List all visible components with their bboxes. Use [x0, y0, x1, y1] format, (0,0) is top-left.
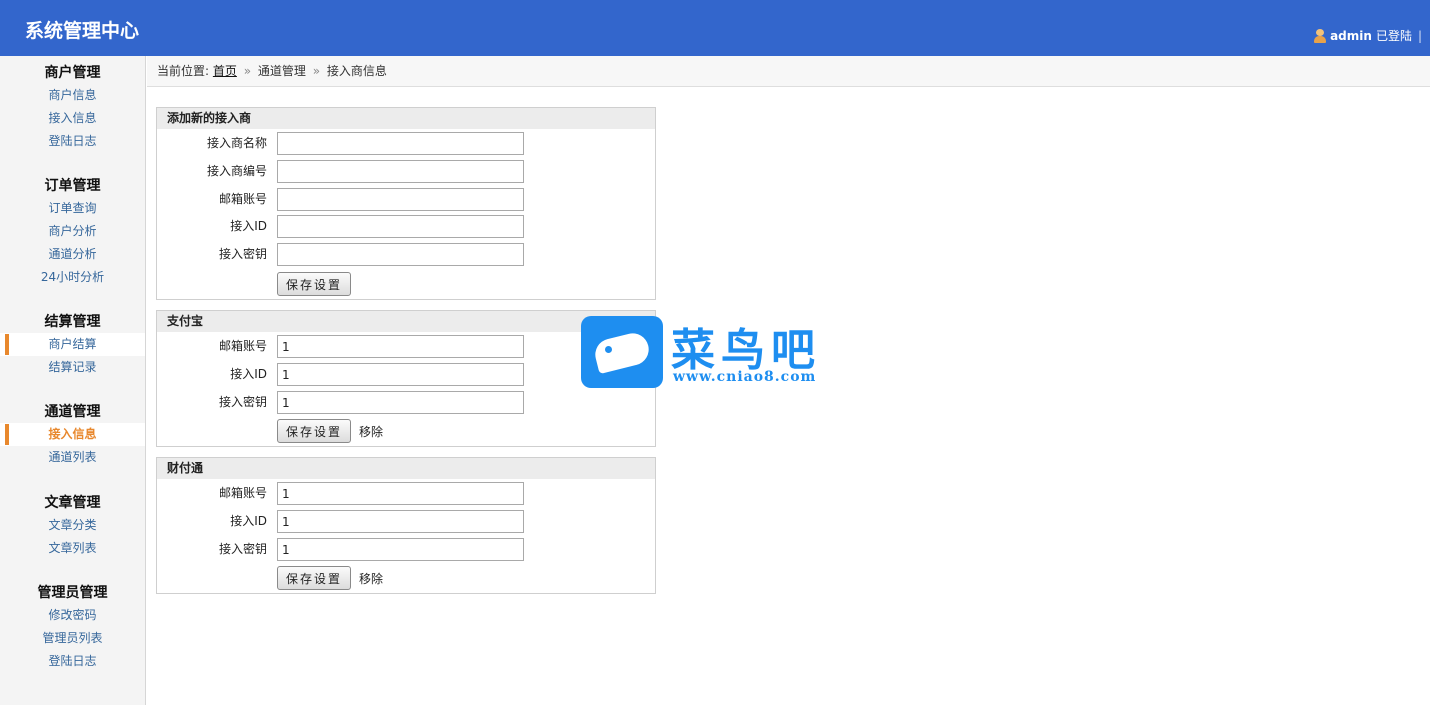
form-row: 接入密钥 [157, 243, 655, 267]
sidebar-item-channel-analysis[interactable]: 通道分析 [0, 243, 145, 266]
sidebar-item-admin-login-log[interactable]: 登陆日志 [0, 650, 145, 673]
sidebar-group-title: 文章管理 [44, 495, 101, 511]
access-id-input[interactable] [277, 215, 524, 238]
sidebar-item-channel-access-info[interactable]: 接入信息 [0, 423, 145, 446]
user-info: admin 已登陆 | [1314, 27, 1422, 44]
breadcrumb-level1: 通道管理 [257, 64, 306, 78]
sidebar-item-24h-analysis[interactable]: 24小时分析 [0, 266, 145, 289]
access-id-input[interactable] [277, 510, 524, 533]
sidebar-item-article-category[interactable]: 文章分类 [0, 514, 145, 537]
field-label: 接入商名称 [206, 136, 267, 150]
sidebar-item-settlement-records[interactable]: 结算记录 [0, 356, 145, 379]
form-row: 邮箱账号 [157, 188, 655, 212]
field-label: 接入商编号 [206, 164, 267, 178]
panel-title: 财付通 [157, 458, 655, 479]
access-key-input[interactable] [277, 538, 524, 561]
sidebar-group-merchant: 商户管理 商户信息 接入信息 登陆日志 [0, 62, 145, 153]
field-label: 邮箱账号 [218, 486, 267, 500]
button-row: 保存设置 [277, 272, 352, 296]
save-button[interactable]: 保存设置 [277, 419, 352, 443]
save-button[interactable]: 保存设置 [277, 566, 352, 590]
panel-tenpay: 财付通 邮箱账号 接入ID 接入密钥 保存设置 移除 [156, 457, 656, 594]
sidebar-item-channel-list[interactable]: 通道列表 [0, 446, 145, 469]
sidebar-group-admins: 管理员管理 修改密码 管理员列表 登陆日志 [0, 582, 145, 673]
button-row: 保存设置 移除 [277, 419, 383, 443]
sidebar-item-access-info[interactable]: 接入信息 [0, 107, 145, 130]
sidebar-item-admin-list[interactable]: 管理员列表 [0, 627, 145, 650]
breadcrumb-prefix: 当前位置: [157, 64, 210, 78]
field-label: 接入ID [230, 219, 267, 233]
breadcrumb: 当前位置: 首页 » 通道管理 » 接入商信息 [147, 56, 1430, 87]
form-row: 接入商名称 [157, 132, 655, 156]
button-row: 保存设置 移除 [277, 566, 383, 590]
sidebar-item-login-log[interactable]: 登陆日志 [0, 130, 145, 153]
username[interactable]: admin [1330, 29, 1372, 43]
access-id-input[interactable] [277, 363, 524, 386]
field-label: 接入ID [230, 367, 267, 381]
sidebar-group-channel: 通道管理 接入信息 通道列表 [0, 401, 145, 469]
app-title: 系统管理中心 [25, 20, 140, 42]
sidebar-item-merchant-settlement[interactable]: 商户结算 [0, 333, 145, 356]
field-label: 邮箱账号 [218, 339, 267, 353]
field-label: 接入ID [230, 514, 267, 528]
sidebar-group-title: 通道管理 [44, 404, 101, 420]
access-key-input[interactable] [277, 243, 524, 266]
sidebar-item-merchant-info[interactable]: 商户信息 [0, 84, 145, 107]
access-key-input[interactable] [277, 391, 524, 414]
form-row: 接入ID [157, 510, 655, 534]
sidebar-item-merchant-analysis[interactable]: 商户分析 [0, 220, 145, 243]
sidebar: 商户管理 商户信息 接入信息 登陆日志 订单管理 订单查询 商户分析 通道分析 … [0, 56, 146, 705]
form-row: 接入密钥 [157, 391, 655, 415]
email-account-input[interactable] [277, 482, 524, 505]
top-bar: 系统管理中心 admin 已登陆 | [0, 0, 1430, 56]
login-status: 已登陆 [1375, 29, 1412, 43]
breadcrumb-level2: 接入商信息 [326, 64, 387, 78]
sidebar-item-article-list[interactable]: 文章列表 [0, 537, 145, 560]
breadcrumb-arrow: » [312, 64, 321, 78]
watermark-url: www.cniao8.com [673, 369, 817, 385]
save-button[interactable]: 保存设置 [277, 272, 352, 296]
sidebar-group-orders: 订单管理 订单查询 商户分析 通道分析 24小时分析 [0, 175, 145, 289]
watermark: 菜鸟吧 www.cniao8.com [575, 312, 865, 392]
form-row: 邮箱账号 [157, 482, 655, 506]
form-row: 接入商编号 [157, 160, 655, 184]
user-icon [1314, 28, 1327, 43]
sidebar-item-change-password[interactable]: 修改密码 [0, 604, 145, 627]
sidebar-item-order-query[interactable]: 订单查询 [0, 197, 145, 220]
field-label: 接入密钥 [218, 395, 267, 409]
breadcrumb-home-link[interactable]: 首页 [213, 64, 237, 78]
field-label: 邮箱账号 [218, 192, 267, 206]
remove-link[interactable]: 移除 [359, 570, 383, 587]
bird-logo-icon [581, 316, 663, 388]
form-row: 接入密钥 [157, 538, 655, 562]
sidebar-group-title: 订单管理 [44, 178, 101, 194]
form-row: 接入ID [157, 215, 655, 239]
field-label: 接入密钥 [218, 247, 267, 261]
sidebar-group-title: 管理员管理 [37, 585, 108, 601]
field-label: 接入密钥 [218, 542, 267, 556]
sidebar-group-title: 商户管理 [44, 65, 101, 81]
email-account-input[interactable] [277, 188, 524, 211]
sidebar-group-title: 结算管理 [44, 314, 101, 330]
panel-title: 添加新的接入商 [157, 108, 655, 129]
sidebar-group-articles: 文章管理 文章分类 文章列表 [0, 492, 145, 560]
email-account-input[interactable] [277, 335, 524, 358]
provider-code-input[interactable] [277, 160, 524, 183]
remove-link[interactable]: 移除 [359, 423, 383, 440]
breadcrumb-arrow: » [243, 64, 252, 78]
panel-new-provider: 添加新的接入商 接入商名称 接入商编号 邮箱账号 接入ID 接入密钥 保存设置 [156, 107, 656, 300]
provider-name-input[interactable] [277, 132, 524, 155]
separator: | [1417, 28, 1422, 43]
sidebar-group-settlement: 结算管理 商户结算 结算记录 [0, 311, 145, 379]
